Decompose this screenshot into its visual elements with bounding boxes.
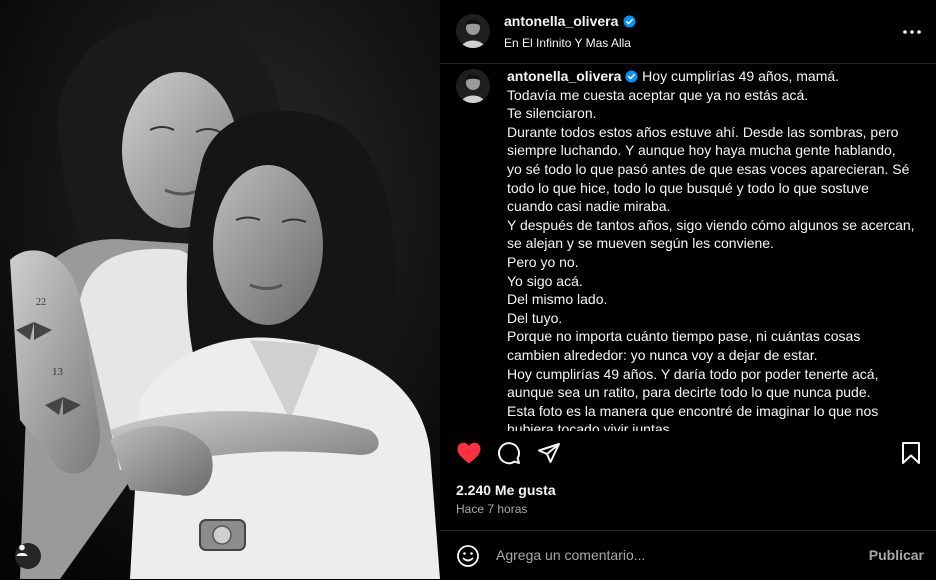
comment-input[interactable]	[496, 544, 836, 566]
caption-line: Hoy cumplirías 49 años, mamá.	[642, 68, 840, 84]
caption-line: hubiera tocado vivir juntas.	[507, 421, 674, 431]
avatar-image	[456, 14, 490, 48]
likes-count[interactable]: 2.240 Me gusta	[456, 482, 556, 498]
comment-button[interactable]	[496, 440, 522, 466]
verified-badge-icon	[623, 14, 636, 28]
caption-line: Pero yo no.	[507, 253, 579, 270]
caption-line: yo sé todo lo que pasó antes de que esas…	[507, 160, 910, 177]
post-sidebar: antonella_olivera En El Infinito Y Mas A…	[440, 0, 936, 579]
heart-filled-icon	[457, 442, 481, 464]
caption-line: cuando casi nadie miraba.	[507, 198, 671, 215]
tagged-users-button[interactable]	[15, 543, 41, 569]
share-button[interactable]	[536, 440, 562, 466]
publish-comment-button[interactable]: Publicar	[869, 547, 924, 563]
more-options-button[interactable]	[898, 20, 926, 44]
user-tag-icon	[16, 544, 28, 556]
emoji-icon	[457, 545, 479, 567]
caption-line: Del mismo lado.	[507, 291, 608, 308]
post-image: 22 13	[0, 0, 440, 579]
action-bar	[440, 431, 936, 473]
verified-badge-icon	[625, 70, 638, 83]
svg-text:22: 22	[36, 297, 46, 308]
author-username[interactable]: antonella_olivera	[504, 13, 636, 29]
caption-line: Te silenciaron.	[507, 105, 597, 122]
save-button[interactable]	[898, 440, 924, 466]
avatar-image	[456, 69, 490, 103]
caption-line: cambien alrededor: yo nunca voy a dejar …	[507, 346, 818, 363]
emoji-button[interactable]	[456, 544, 480, 568]
caption-text: antonella_olivera Hoy cumplirías 49 años…	[507, 67, 915, 431]
svg-text:13: 13	[52, 366, 64, 378]
caption-first-line: antonella_olivera Hoy cumplirías 49 años…	[507, 67, 912, 86]
author-username-text[interactable]: antonella_olivera	[504, 13, 618, 29]
caption-line: Porque no importa cuánto tiempo pase, ni…	[507, 328, 861, 345]
caption-line: Y después de tantos años, sigo viendo có…	[507, 216, 915, 233]
post-header: antonella_olivera En El Infinito Y Mas A…	[440, 0, 936, 64]
caption-line: siempre luchando. Y aunque hoy haya much…	[507, 142, 896, 159]
more-options-icon	[903, 30, 921, 34]
caption-line: Esta foto es la manera que encontré de i…	[507, 402, 879, 419]
caption-line: aunque sea un ratito, para decirte todo …	[507, 384, 871, 401]
caption-section: antonella_olivera Hoy cumplirías 49 años…	[440, 63, 936, 431]
post-timestamp[interactable]: Hace 7 horas	[456, 502, 527, 516]
caption-line: se alejan y se mueven según les conviene…	[507, 235, 774, 252]
share-icon	[538, 443, 560, 463]
post-photo[interactable]: 22 13	[0, 0, 440, 579]
caption-line: Yo sigo acá.	[507, 272, 583, 289]
like-button[interactable]	[456, 440, 482, 466]
audio-subtitle[interactable]: En El Infinito Y Mas Alla	[504, 36, 631, 50]
caption-line: todo lo que hice, todo lo que busqué y t…	[507, 179, 869, 196]
caption-line: Hoy cumplirías 49 años. Y daría todo por…	[507, 365, 879, 382]
caption-line: Del tuyo.	[507, 309, 563, 326]
comment-bar: Publicar	[440, 530, 936, 580]
caption-avatar[interactable]	[456, 69, 490, 103]
caption-username[interactable]: antonella_olivera	[507, 68, 621, 84]
avatar[interactable]	[456, 14, 490, 48]
caption-line: Durante todos estos años estuve ahí. Des…	[507, 123, 899, 140]
bookmark-icon	[902, 442, 920, 464]
caption-line: Todavía me cuesta aceptar que ya no está…	[507, 86, 809, 103]
comment-icon	[498, 442, 521, 465]
